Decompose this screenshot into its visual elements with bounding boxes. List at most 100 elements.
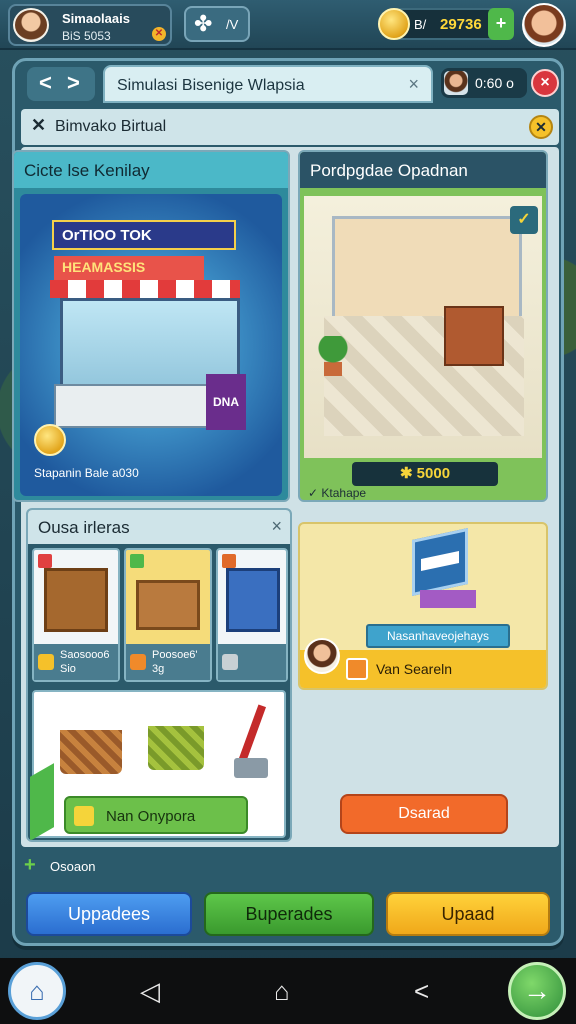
idea-item[interactable]: Saosooo6 Sio bbox=[32, 548, 120, 682]
check-icon[interactable]: ✓ bbox=[510, 206, 538, 234]
close-button[interactable]: × bbox=[531, 69, 559, 97]
coin-prefix: B/ bbox=[414, 17, 427, 32]
billboard-icon bbox=[412, 528, 468, 596]
ideas-title: Ousa irleras bbox=[38, 518, 130, 537]
market-card-title: Pordpgdae Opadnan bbox=[310, 161, 468, 180]
market-card[interactable]: Pordpgdae Opadnan ✓ ✱ 5000 ✓ Ktahape bbox=[298, 150, 548, 502]
upload-button[interactable]: Upaad bbox=[386, 892, 550, 936]
upgrades-button[interactable]: Uppadees bbox=[26, 892, 192, 936]
timer-icon bbox=[130, 654, 146, 670]
market-price: ✱ 5000 bbox=[352, 462, 498, 486]
promo-card[interactable]: Nasanhaveojehays Van Seareln bbox=[298, 522, 548, 690]
alert-badge-icon: ✕ bbox=[152, 27, 166, 41]
coin-icon bbox=[378, 8, 410, 40]
green-action-button[interactable]: Nan Onypora bbox=[64, 796, 248, 834]
home-nav-icon[interactable]: ⌂ bbox=[274, 978, 290, 1004]
back-icon[interactable]: ◁ bbox=[140, 978, 160, 1004]
plus-icon: + bbox=[24, 854, 36, 876]
plant-icon bbox=[318, 336, 348, 376]
ideas-close-icon[interactable]: × bbox=[271, 516, 282, 537]
home-icon[interactable]: ⌂ bbox=[8, 962, 66, 1020]
coin-value: 29736 bbox=[440, 16, 482, 33]
puzzle-icon: ✤ bbox=[194, 11, 213, 36]
market-shelf bbox=[444, 306, 504, 366]
idea-item[interactable] bbox=[216, 548, 288, 682]
store-card-title: Cicte lse Kenilay bbox=[24, 161, 150, 180]
android-nav-bar: ⌂ ◁ ⌂ < → bbox=[0, 958, 576, 1024]
puzzle-button[interactable]: ✤ /V bbox=[184, 6, 250, 42]
idea-line1: Poosoe6' bbox=[152, 649, 198, 661]
help-close-icon[interactable]: ✕ bbox=[529, 115, 553, 139]
store-sign-secondary: HEAMASSIS bbox=[54, 256, 204, 280]
add-coins-button[interactable]: + bbox=[488, 8, 514, 40]
idea-line2: Sio bbox=[60, 663, 76, 675]
idea-item[interactable]: Poosoe6' 3g bbox=[124, 548, 212, 682]
display-shelf-icon bbox=[226, 568, 280, 632]
flag-icon bbox=[74, 806, 94, 826]
ideas-card: Ousa irleras × Saosooo6 Sio Poosoe6' 3g bbox=[26, 508, 292, 842]
player-name: Simaolaais bbox=[62, 11, 130, 26]
promo-footer-label: Van Seareln bbox=[376, 661, 453, 677]
player-sub: BiS 5053 bbox=[62, 29, 111, 43]
tag-icon bbox=[130, 554, 144, 568]
store-card-header: Cicte lse Kenilay bbox=[14, 152, 288, 188]
player-card[interactable]: Simaolaais BiS 5053 ✕ bbox=[8, 4, 172, 46]
promo-footer: Van Seareln bbox=[300, 638, 546, 688]
hammer-icon bbox=[234, 704, 270, 784]
idea-line2: 3g bbox=[152, 663, 165, 675]
advisor-avatar bbox=[304, 638, 340, 674]
green-button-label: Nan Onypora bbox=[106, 808, 196, 825]
card-icon bbox=[346, 658, 368, 680]
tag-icon bbox=[38, 554, 52, 568]
idea-footer: Saosooo6 Sio bbox=[34, 644, 118, 680]
idea-footer bbox=[218, 644, 286, 680]
idea-line1: Saosooo6 bbox=[60, 649, 110, 661]
market-card-header: Pordpgdae Opadnan bbox=[300, 152, 546, 188]
timer-value: 0:60 o bbox=[475, 75, 514, 91]
store-block: DNA bbox=[206, 374, 246, 430]
promo-stand bbox=[420, 590, 476, 608]
back-arrow-icon[interactable]: < bbox=[39, 70, 52, 96]
promo-label: Nasanhaveojehays bbox=[366, 624, 510, 648]
section-header: ✕ Bimvako Birtual ✕ bbox=[21, 109, 559, 145]
coin-icon bbox=[34, 424, 66, 456]
store-illustration: OrTIOO TOK HEAMASSIS DNA Stapanin Bale a… bbox=[20, 194, 282, 496]
window-title: Simulasi Bisenige Wlapsia bbox=[117, 77, 305, 94]
store-card[interactable]: Cicte lse Kenilay OrTIOO TOK HEAMASSIS D… bbox=[12, 150, 290, 502]
window-title-tab[interactable]: Simulasi Bisenige Wlapsia × bbox=[103, 65, 433, 103]
coin-balance: B/ 29736 + bbox=[378, 8, 514, 40]
forward-arrow-icon[interactable]: > bbox=[67, 70, 80, 96]
counter-icon bbox=[136, 580, 200, 630]
timer: 0:60 o bbox=[441, 68, 527, 98]
tab-close-icon[interactable]: × bbox=[408, 74, 419, 95]
tag-icon bbox=[222, 554, 236, 568]
info-label: + Osoaon bbox=[24, 854, 96, 876]
idea-footer: Poosoe6' 3g bbox=[126, 644, 210, 680]
section-title: Bimvako Birtual bbox=[55, 118, 167, 135]
nav-arrows: < > bbox=[27, 67, 95, 101]
top-bar: Simaolaais BiS 5053 ✕ ✤ /V B/ 29736 + bbox=[0, 0, 576, 50]
side-tab bbox=[30, 763, 54, 840]
store-caption: Stapanin Bale a030 bbox=[34, 466, 139, 480]
shelf-icon bbox=[44, 568, 108, 632]
puzzle-label: /V bbox=[226, 17, 239, 32]
ideas-header: Ousa irleras × bbox=[28, 510, 290, 544]
orange-action-button[interactable]: Dsarad bbox=[340, 794, 508, 834]
store-awning bbox=[50, 280, 240, 298]
market-caption: ✓ Ktahape bbox=[308, 486, 367, 500]
basket-icon bbox=[148, 726, 204, 770]
basket-icon bbox=[60, 730, 122, 774]
store-sign: OrTIOO TOK bbox=[52, 220, 236, 250]
market-illustration bbox=[304, 196, 542, 458]
super-upgrades-button[interactable]: Buperades bbox=[204, 892, 374, 936]
section-x-icon[interactable]: ✕ bbox=[31, 115, 46, 136]
tool-icon bbox=[222, 654, 238, 670]
info-label-text: Osoaon bbox=[50, 859, 96, 874]
coin-icon bbox=[38, 654, 54, 670]
next-arrow-icon[interactable]: → bbox=[508, 962, 566, 1020]
timer-avatar bbox=[444, 71, 468, 95]
profile-avatar[interactable] bbox=[522, 3, 566, 47]
tools-box: Nan Onypora bbox=[30, 690, 286, 840]
player-avatar bbox=[13, 8, 49, 42]
recent-icon[interactable]: < bbox=[414, 978, 429, 1004]
